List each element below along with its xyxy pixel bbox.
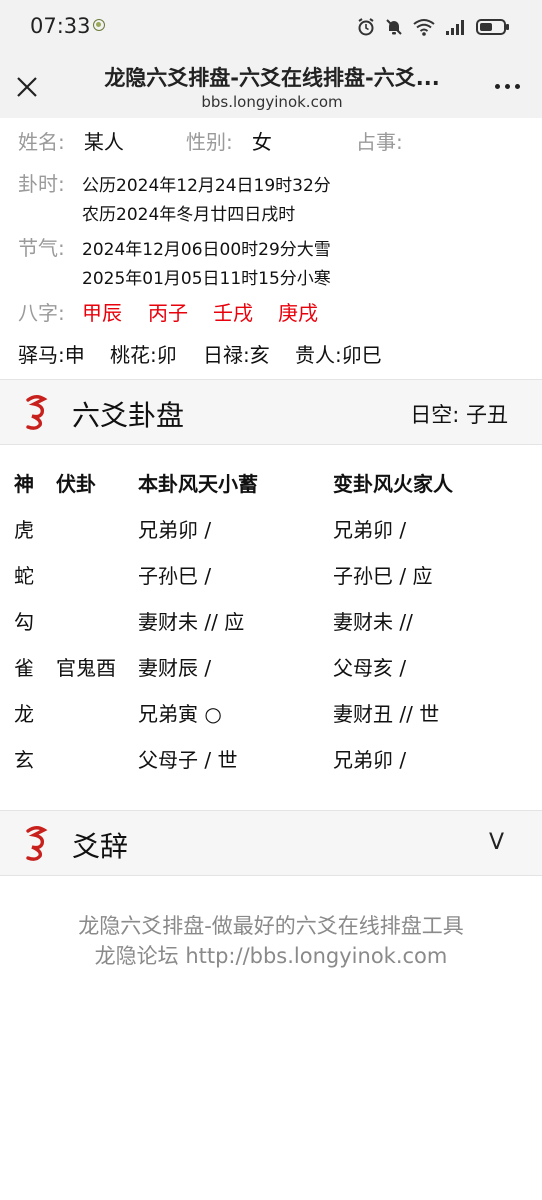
header-shen: 神: [14, 472, 34, 496]
header-ben: 本卦风天小蓄: [138, 472, 258, 496]
bazi-year: 甲辰: [82, 301, 122, 325]
lunar-date: 农历2024年冬月廿四日戌时: [82, 205, 296, 225]
row2-bian: 子孙巳 / 应: [333, 564, 433, 588]
signal-icon: [446, 20, 464, 35]
dragon-logo-icon: [26, 826, 48, 861]
row2-shen: 蛇: [14, 564, 34, 588]
wifi-icon: [413, 19, 435, 36]
row3-bian: 妻财未 //: [333, 610, 413, 634]
row6-shen: 玄: [14, 748, 34, 772]
gender-value: 女: [251, 130, 272, 154]
page-title: 龙隐六爻排盘-六爻在线排盘-六爻...: [104, 66, 440, 90]
page-url: bbs.longyinok.com: [201, 93, 343, 111]
shensha-taohua: 桃花:卯: [110, 343, 177, 367]
footer-forum-link[interactable]: 龙隐论坛 http://bbs.longyinok.com: [0, 940, 542, 970]
row4-bian: 父母亥 /: [333, 656, 407, 680]
row4-shen: 雀: [14, 656, 34, 680]
status-time: 07:33: [30, 14, 91, 38]
row3-ben: 妻财未 // 应: [138, 610, 245, 634]
row5-shen: 龙: [14, 702, 34, 726]
shensha-yima: 驿马:申: [18, 343, 85, 367]
gua-section-title: 六爻卦盘: [72, 399, 185, 432]
row5-bian: 妻财丑 // 世: [333, 702, 440, 726]
shensha-guiren: 贵人:卯巳: [295, 343, 382, 367]
status-bar: 07:33: [0, 0, 542, 52]
row5-ben: 兄弟寅 ○: [138, 702, 222, 726]
name-label: 姓名:: [18, 130, 65, 154]
row4-fu: 官鬼酉: [56, 656, 116, 680]
gender-label: 性别:: [186, 130, 233, 154]
time-label: 卦时:: [18, 172, 65, 196]
more-menu-icon[interactable]: [495, 84, 520, 89]
row4-ben: 妻财辰 /: [138, 656, 212, 680]
row1-bian: 兄弟卯 /: [333, 518, 407, 542]
yaoci-section-header[interactable]: 爻辞 V: [0, 810, 542, 876]
jieqi-second: 2025年01月05日11时15分小寒: [82, 269, 331, 289]
matter-label: 占事:: [356, 130, 403, 154]
jieqi-first: 2024年12月06日00时29分大雪: [82, 240, 331, 260]
expand-toggle-icon[interactable]: V: [489, 830, 504, 855]
bazi-label: 八字:: [18, 301, 65, 325]
row1-shen: 虎: [14, 518, 34, 542]
name-value: 某人: [83, 130, 124, 154]
close-icon[interactable]: [14, 74, 40, 100]
browser-nav-bar: 龙隐六爻排盘-六爻在线排盘-六爻... bbs.longyinok.com: [0, 52, 542, 118]
footer-slogan: 龙隐六爻排盘-做最好的六爻在线排盘工具: [78, 914, 464, 938]
bazi-hour: 庚戌: [278, 301, 318, 325]
row1-ben: 兄弟卯 /: [138, 518, 212, 542]
mute-bell-icon: [386, 19, 402, 35]
shensha-rilu: 日禄:亥: [203, 343, 270, 367]
bazi-month: 丙子: [148, 301, 188, 325]
day-void: 日空: 子丑: [410, 403, 508, 427]
row3-shen: 勾: [14, 610, 34, 634]
battery-icon: [476, 19, 509, 35]
header-bian: 变卦风火家人: [333, 472, 453, 496]
gua-section-header: 六爻卦盘 日空: 子丑: [0, 379, 542, 445]
notification-app-icon: [93, 19, 105, 31]
header-fu: 伏卦: [56, 472, 96, 496]
solar-date: 公历2024年12月24日19时32分: [82, 176, 331, 196]
row6-bian: 兄弟卯 /: [333, 748, 407, 772]
dragon-logo-icon: [26, 395, 48, 430]
jieqi-label: 节气:: [18, 236, 65, 260]
bazi-day: 壬戌: [213, 301, 253, 325]
row6-ben: 父母子 / 世: [138, 748, 238, 772]
row2-ben: 子孙巳 /: [138, 564, 212, 588]
alarm-icon: [358, 18, 374, 36]
yaoci-section-title: 爻辞: [72, 830, 129, 863]
